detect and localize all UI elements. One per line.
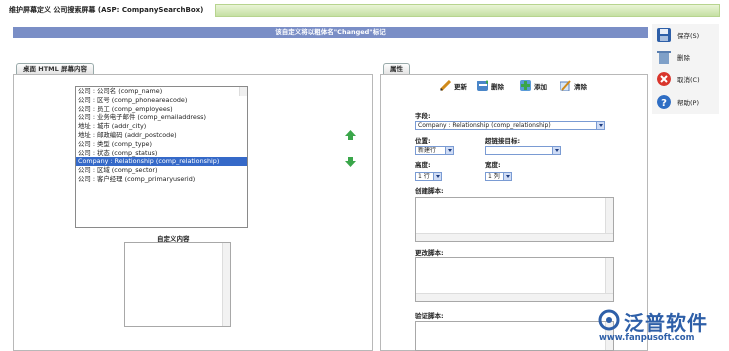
svg-text:?: ?: [661, 98, 667, 109]
delete-form-icon: [477, 80, 488, 91]
width-label: 宽度:: [485, 161, 501, 169]
cancel-label: 取消(C): [677, 76, 700, 84]
fields-listbox[interactable]: 公司 : 公司名 (comp_name) 公司 : 区号 (comp_phonea…: [75, 86, 248, 228]
change-script-hscroll[interactable]: [416, 293, 613, 301]
width-select-value: 1 列: [488, 173, 500, 180]
side-action-panel: 保存(S) 删除 取消(C) ? 帮助(P): [652, 24, 719, 114]
create-script-hscroll[interactable]: [416, 233, 613, 241]
create-script-label: 创建脚本:: [415, 187, 444, 195]
position-select-value: 新建行: [418, 147, 437, 154]
change-script-textarea[interactable]: [415, 257, 614, 302]
chevron-down-icon: [596, 122, 604, 129]
cancel-icon: [657, 72, 671, 86]
chevron-down-icon: [503, 173, 511, 180]
height-select[interactable]: 1 行: [415, 172, 442, 181]
logo-name: 泛普软件: [624, 311, 708, 335]
move-up-button[interactable]: [345, 130, 356, 140]
hyperlink-label: 超链接目标:: [485, 137, 521, 145]
clear-button[interactable]: 清除: [560, 80, 587, 91]
watermark-logo: 泛普软件 www.fanpusoft.com: [597, 306, 722, 346]
delete-field-button[interactable]: 删除: [477, 80, 504, 91]
list-item[interactable]: 公司 : 公司名 (comp_name): [76, 87, 247, 96]
chevron-down-icon: [552, 147, 560, 154]
arrow-up-icon: [345, 130, 356, 140]
list-item[interactable]: 公司 : 状态 (comp_status): [76, 149, 247, 158]
help-label: 帮助(P): [677, 99, 699, 107]
help-button[interactable]: ? 帮助(P): [657, 95, 699, 109]
add-field-label: 添加: [534, 82, 547, 91]
listbox-scrollbar[interactable]: [239, 87, 247, 96]
field-label: 字段:: [415, 112, 431, 120]
list-item[interactable]: 公司 : 区号 (comp_phoneareacode): [76, 96, 247, 105]
list-item[interactable]: 地址 : 城市 (addr_city): [76, 122, 247, 131]
position-select[interactable]: 新建行: [415, 146, 454, 155]
list-item[interactable]: Company : Relationship (comp_relationshi…: [76, 157, 247, 167]
trash-icon: [657, 51, 671, 64]
update-button[interactable]: 更新: [440, 80, 467, 91]
add-icon: [520, 80, 531, 91]
list-item[interactable]: 公司 : 区域 (comp_sector): [76, 166, 247, 175]
pencil-icon: [440, 80, 451, 91]
tab-desktop-html-content[interactable]: 桌面 HTML 屏幕内容: [16, 63, 95, 74]
field-select[interactable]: Company : Relationship (comp_relationshi…: [415, 121, 605, 130]
change-script-label: 更改脚本:: [415, 249, 444, 257]
notice-bar: 该自定义将以粗体名"Changed"标记: [13, 27, 648, 38]
validate-script-textarea[interactable]: [415, 321, 614, 351]
move-down-button[interactable]: [345, 157, 356, 167]
list-item[interactable]: 公司 : 类型 (comp_type): [76, 140, 247, 149]
delete-button[interactable]: 删除: [657, 50, 690, 64]
tab-properties[interactable]: 属性: [383, 63, 410, 74]
save-label: 保存(S): [677, 32, 700, 40]
create-script-textarea[interactable]: [415, 197, 614, 242]
title-decoration: [215, 4, 720, 17]
arrow-down-icon: [345, 157, 356, 167]
validate-script-label: 验证脚本:: [415, 312, 444, 320]
list-item[interactable]: 公司 : 客户经理 (comp_primaryuserid): [76, 175, 247, 184]
update-label: 更新: [454, 82, 467, 91]
width-select[interactable]: 1 列: [485, 172, 512, 181]
delete-field-label: 删除: [491, 82, 504, 91]
chevron-down-icon: [445, 147, 453, 154]
cancel-button[interactable]: 取消(C): [657, 72, 700, 86]
add-field-button[interactable]: 添加: [520, 80, 547, 91]
list-item[interactable]: 地址 : 邮政编码 (addr_postcode): [76, 131, 247, 140]
list-item[interactable]: 公司 : 业务电子邮件 (comp_emailaddress): [76, 113, 247, 122]
logo-url: www.fanpusoft.com: [599, 333, 695, 343]
clear-label: 清除: [574, 82, 587, 91]
hyperlink-select[interactable]: [485, 146, 561, 155]
custom-content-textarea[interactable]: [124, 242, 231, 327]
chevron-down-icon: [433, 173, 441, 180]
save-icon: [657, 28, 671, 42]
position-label: 位置:: [415, 137, 431, 145]
window-title: 维护屏幕定义 公司搜索屏幕 (ASP: CompanySearchBox): [9, 6, 204, 14]
help-icon: ?: [657, 95, 671, 109]
height-label: 高度:: [415, 161, 431, 169]
height-select-value: 1 行: [418, 173, 430, 180]
title-bar: 维护屏幕定义 公司搜索屏幕 (ASP: CompanySearchBox): [0, 0, 729, 20]
field-select-value: Company : Relationship (comp_relationshi…: [418, 122, 551, 129]
save-button[interactable]: 保存(S): [657, 28, 699, 42]
custom-content-scrollbar[interactable]: [222, 243, 230, 326]
clear-icon: [560, 80, 571, 91]
delete-label: 删除: [677, 54, 690, 62]
